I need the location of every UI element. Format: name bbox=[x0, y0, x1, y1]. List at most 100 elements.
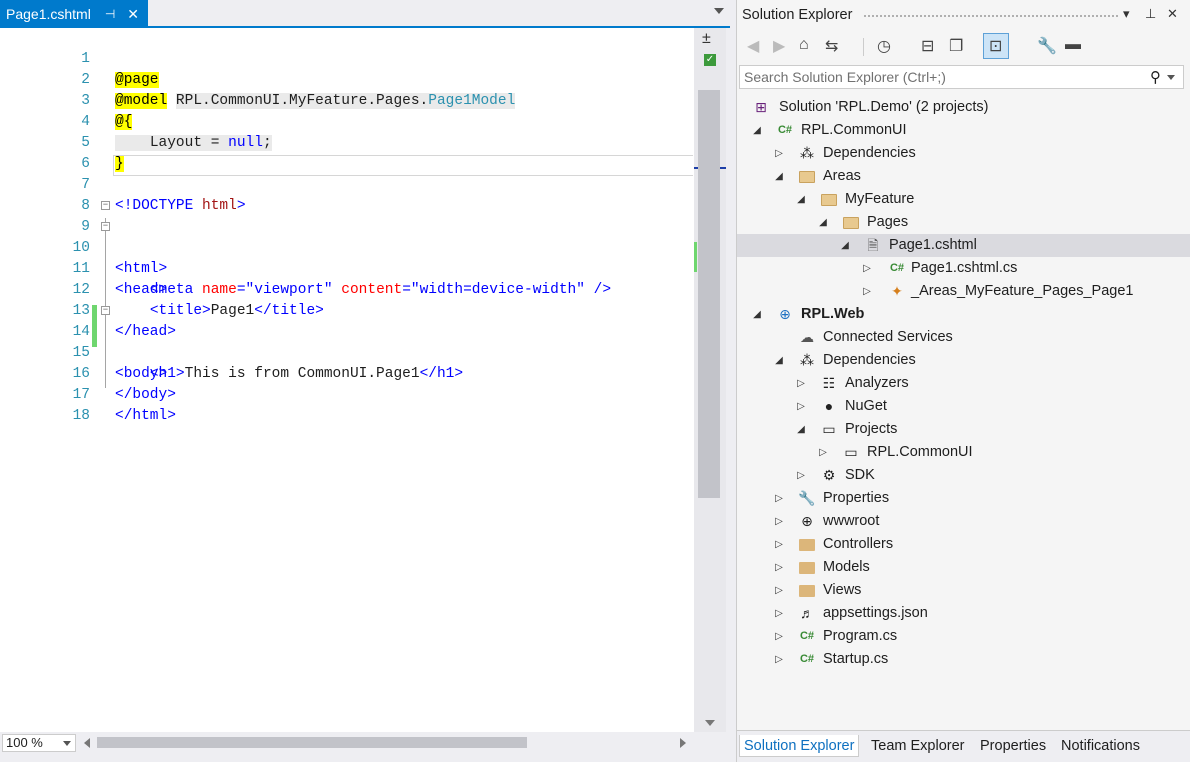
tab-properties[interactable]: Properties bbox=[976, 735, 1050, 757]
tree-item-analyzers[interactable]: ▷ ☷ Analyzers bbox=[737, 372, 1190, 395]
collapsed-icon[interactable]: ▷ bbox=[817, 441, 829, 464]
collapsed-icon[interactable]: ▷ bbox=[773, 556, 785, 579]
collapsed-icon[interactable]: ▷ bbox=[773, 602, 785, 625]
tree-item-label: Controllers bbox=[823, 536, 894, 552]
tree-item-project-web[interactable]: ◢ ⊕ RPL.Web bbox=[737, 303, 1190, 326]
zoom-select[interactable]: 100 % bbox=[2, 734, 76, 752]
tree-item-dependencies[interactable]: ◢ ⁂ Dependencies bbox=[737, 349, 1190, 372]
collapsed-icon[interactable]: ▷ bbox=[773, 510, 785, 533]
tree-item-project-reference[interactable]: ▷ ▭ RPL.CommonUI bbox=[737, 441, 1190, 464]
tree-item-properties[interactable]: ▷ 🔧 Properties bbox=[737, 487, 1190, 510]
tree-item-solution[interactable]: ⊞ Solution 'RPL.Demo' (2 projects) bbox=[737, 96, 1190, 119]
tree-item-myfeature[interactable]: ◢ MyFeature bbox=[737, 188, 1190, 211]
close-icon[interactable]: ✕ bbox=[127, 6, 139, 23]
home-icon[interactable]: ⌂ bbox=[799, 36, 809, 54]
tab-solution-explorer[interactable]: Solution Explorer bbox=[739, 735, 860, 757]
show-all-files-icon[interactable]: ❐ bbox=[949, 36, 963, 56]
tree-item-pages[interactable]: ◢ Pages bbox=[737, 211, 1190, 234]
tree-item-label: RPL.CommonUI bbox=[801, 122, 907, 138]
tree-item-models[interactable]: ▷ Models bbox=[737, 556, 1190, 579]
collapsed-icon[interactable]: ▷ bbox=[773, 533, 785, 556]
tree-item-program[interactable]: ▷ C# Program.cs bbox=[737, 625, 1190, 648]
folder-icon bbox=[797, 556, 817, 581]
tree-item-label: Dependencies bbox=[823, 145, 916, 161]
tab-dropdown-icon[interactable] bbox=[714, 8, 724, 14]
tree-item-startup[interactable]: ▷ C# Startup.cs bbox=[737, 648, 1190, 671]
solution-icon: ⊞ bbox=[755, 99, 767, 115]
expanded-icon[interactable]: ◢ bbox=[773, 349, 785, 372]
scroll-down-icon[interactable] bbox=[705, 720, 715, 726]
expanded-icon[interactable]: ◢ bbox=[839, 234, 851, 257]
chevron-down-icon[interactable] bbox=[1167, 75, 1175, 80]
split-window-icon[interactable]: ± bbox=[702, 30, 711, 48]
switch-views-icon[interactable]: ⇆ bbox=[825, 36, 838, 56]
tree-item-appsettings[interactable]: ▷ ♬ appsettings.json bbox=[737, 602, 1190, 625]
tab-team-explorer[interactable]: Team Explorer bbox=[867, 735, 968, 757]
expanded-icon[interactable]: ◢ bbox=[817, 211, 829, 234]
document-tab[interactable]: Page1.cshtml ⊣ ✕ bbox=[0, 0, 148, 28]
collapsed-icon[interactable]: ▷ bbox=[773, 487, 785, 510]
vertical-scrollbar[interactable]: ± ✓ bbox=[694, 28, 726, 732]
tree-item-connected-services[interactable]: ☁ Connected Services bbox=[737, 326, 1190, 349]
tab-notifications[interactable]: Notifications bbox=[1057, 735, 1144, 757]
expanded-icon[interactable]: ◢ bbox=[773, 165, 785, 188]
tree-item-label: Program.cs bbox=[823, 628, 898, 644]
vertical-scroll-thumb[interactable] bbox=[698, 90, 720, 498]
expanded-icon[interactable]: ◢ bbox=[795, 188, 807, 211]
tree-item-nuget[interactable]: ▷ ● NuGet bbox=[737, 395, 1190, 418]
tree-item-projects[interactable]: ◢ ▭ Projects bbox=[737, 418, 1190, 441]
code-line: 15 <h1>This is from CommonUI.Page1</h1> bbox=[0, 322, 694, 382]
chevron-down-icon[interactable]: ▾ bbox=[1123, 6, 1130, 22]
search-input[interactable] bbox=[740, 66, 1130, 88]
collapsed-icon[interactable]: ▷ bbox=[773, 625, 785, 648]
collapse-toggle[interactable]: − bbox=[101, 201, 110, 210]
pending-changes-icon[interactable]: ◷ bbox=[877, 36, 891, 56]
preview-icon[interactable]: ▬ bbox=[1065, 36, 1081, 54]
forward-icon[interactable]: ▶ bbox=[773, 36, 785, 56]
tree-item-page1-cshtml[interactable]: ◢ 🗎 Page1.cshtml bbox=[737, 234, 1190, 257]
collapsed-icon[interactable]: ▷ bbox=[795, 372, 807, 395]
collapsed-icon[interactable]: ▷ bbox=[795, 395, 807, 418]
expanded-icon[interactable]: ◢ bbox=[795, 418, 807, 441]
code-line: 6 bbox=[0, 133, 694, 172]
editor-bottom-bar: 100 % bbox=[0, 732, 730, 754]
tree-item-sdk[interactable]: ▷ ⚙ SDK bbox=[737, 464, 1190, 487]
code-editor[interactable]: 1 @page 2 @model RPL.CommonUI.MyFeature.… bbox=[0, 28, 694, 732]
back-icon[interactable]: ◀ bbox=[747, 36, 759, 56]
tree-item-views[interactable]: ▷ Views bbox=[737, 579, 1190, 602]
folder-icon bbox=[819, 188, 839, 213]
expanded-icon[interactable]: ◢ bbox=[751, 119, 763, 142]
tree-item-project-commonui[interactable]: ◢ C# RPL.CommonUI bbox=[737, 119, 1190, 142]
collapsed-icon[interactable]: ▷ bbox=[773, 142, 785, 165]
drag-grip[interactable] bbox=[863, 14, 1118, 18]
close-icon[interactable]: ✕ bbox=[1167, 6, 1178, 22]
pin-icon[interactable]: ⊣ bbox=[105, 7, 115, 21]
tree-item-label: Analyzers bbox=[845, 375, 909, 391]
tree-item-dependencies[interactable]: ▷ ⁂ Dependencies bbox=[737, 142, 1190, 165]
change-overview-marker bbox=[694, 242, 697, 272]
collapsed-icon[interactable]: ▷ bbox=[861, 257, 873, 280]
search-box[interactable]: ⚲ bbox=[739, 65, 1184, 89]
collapse-toggle[interactable]: − bbox=[101, 222, 110, 231]
search-icon[interactable]: ⚲ bbox=[1150, 68, 1161, 86]
collapse-all-icon[interactable]: ⊟ bbox=[921, 36, 934, 56]
scroll-right-icon[interactable] bbox=[680, 738, 686, 748]
expanded-icon[interactable]: ◢ bbox=[751, 303, 763, 326]
collapsed-icon[interactable]: ▷ bbox=[861, 280, 873, 303]
collapsed-icon[interactable]: ▷ bbox=[773, 579, 785, 602]
properties-icon[interactable]: 🔧 bbox=[1037, 36, 1057, 56]
code-line: 2 @model RPL.CommonUI.MyFeature.Pages.Pa… bbox=[0, 49, 694, 109]
nuget-icon: ● bbox=[824, 398, 834, 414]
collapsed-icon[interactable]: ▷ bbox=[795, 464, 807, 487]
document-tab-title[interactable]: Page1.cshtml bbox=[6, 6, 91, 22]
collapse-toggle[interactable]: − bbox=[101, 306, 110, 315]
tree-item-controllers[interactable]: ▷ Controllers bbox=[737, 533, 1190, 556]
tree-item-generated-class[interactable]: ▷ ✦ _Areas_MyFeature_Pages_Page1 bbox=[737, 280, 1190, 303]
scroll-left-icon[interactable] bbox=[84, 738, 90, 748]
tree-item-page1-cshtml-cs[interactable]: ▷ C# Page1.cshtml.cs bbox=[737, 257, 1190, 280]
collapsed-icon[interactable]: ▷ bbox=[773, 648, 785, 671]
horizontal-scroll-thumb[interactable] bbox=[97, 737, 527, 748]
pin-icon[interactable]: ⊥ bbox=[1145, 6, 1156, 22]
tree-item-areas[interactable]: ◢ Areas bbox=[737, 165, 1190, 188]
tree-item-wwwroot[interactable]: ▷ ⊕ wwwroot bbox=[737, 510, 1190, 533]
